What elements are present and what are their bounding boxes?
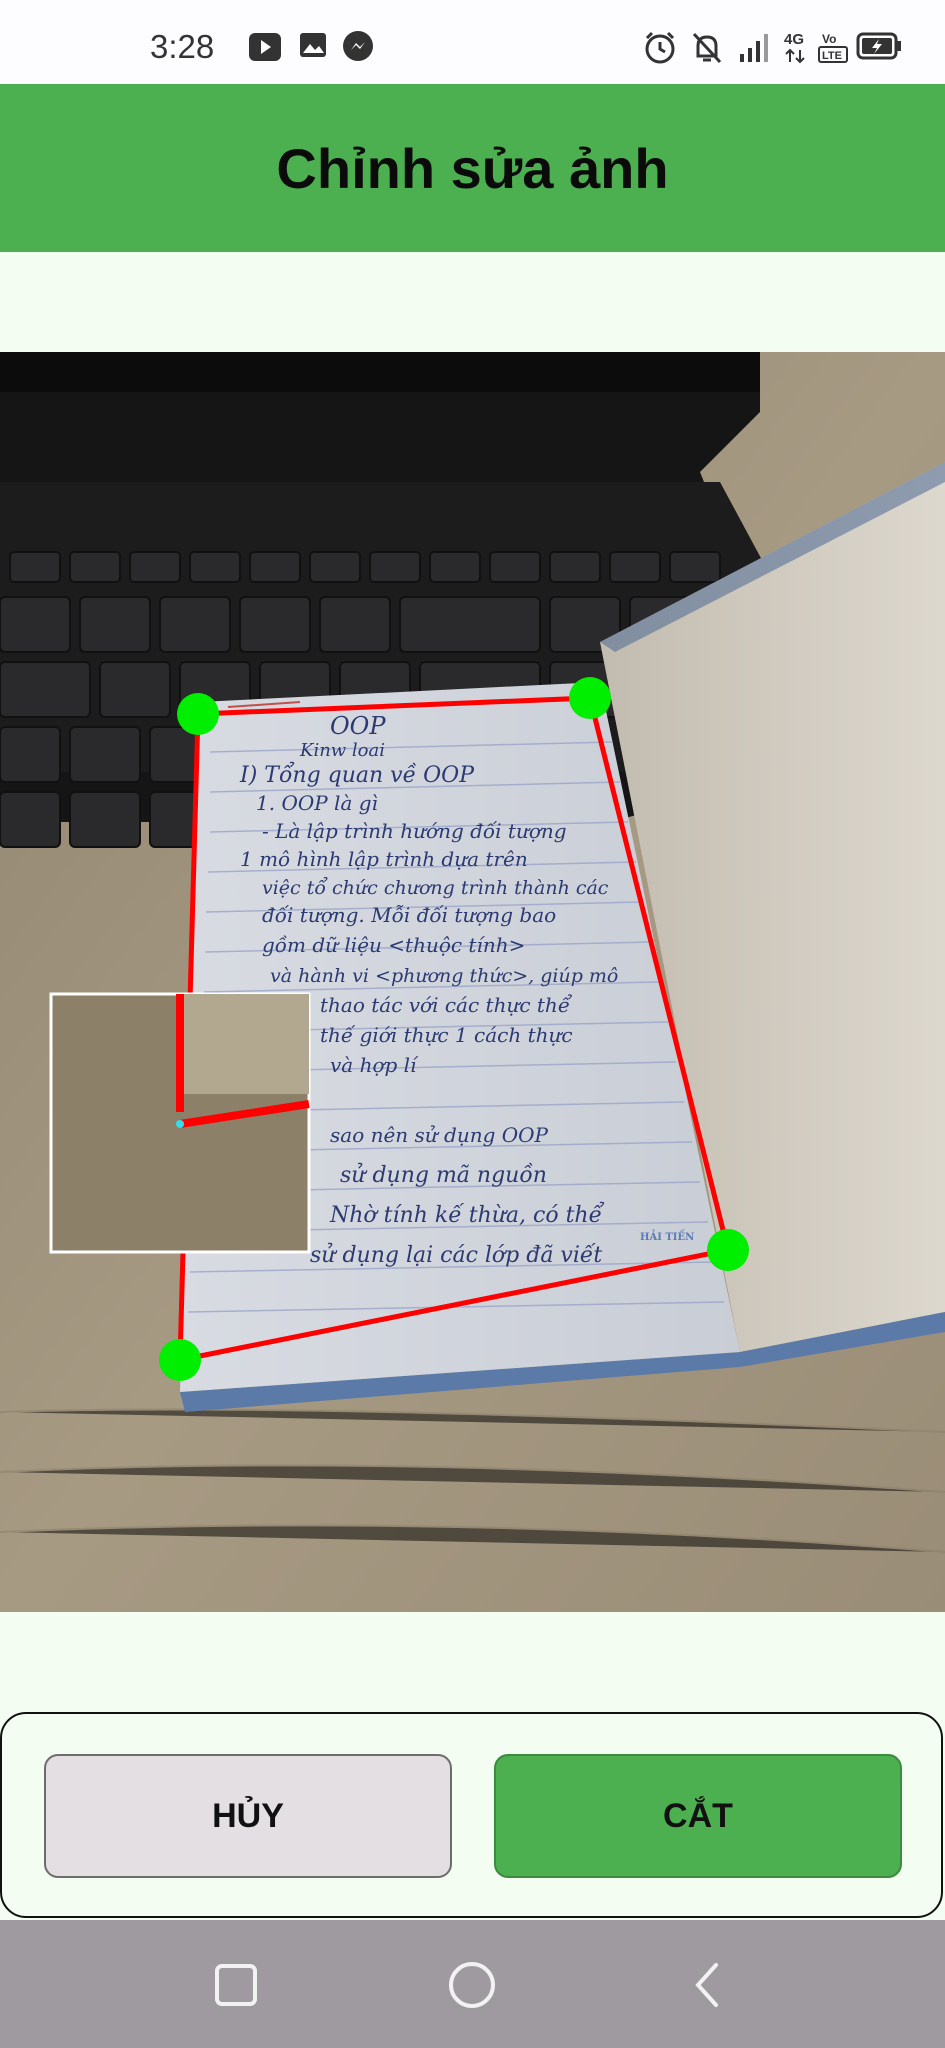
- note-line: gồm dữ liệu <thuộc tính>: [262, 933, 525, 957]
- note-line: OOP: [330, 712, 386, 740]
- note-line: và hợp lí: [330, 1053, 419, 1077]
- note-line: - Là lập trình hướng đối tượng: [262, 819, 567, 843]
- alarm-icon: [645, 31, 675, 64]
- crop-handle-top-left[interactable]: [176, 692, 220, 736]
- app-bar: Chỉnh sửa ảnh: [0, 84, 945, 252]
- note-line: việc tổ chức chương trình thành các: [262, 877, 609, 899]
- note-line: thế giới thực 1 cách thực: [320, 1023, 573, 1047]
- note-line: sử dụng lại các lớp đã viết: [310, 1242, 602, 1268]
- note-line: 1. OOP là gì: [256, 791, 378, 815]
- crop-handle-bottom-right[interactable]: [706, 1228, 750, 1272]
- volte-icon: Vo LTE: [818, 32, 848, 63]
- photo-canvas: OOP Kinw loai I) Tổng quan về OOP 1. OOP…: [0, 352, 945, 1612]
- svg-text:Vo: Vo: [822, 32, 836, 46]
- signal-icon: [740, 34, 768, 62]
- note-line: thao tác với các thực thể: [320, 993, 573, 1017]
- action-panel: HỦY CẮT: [0, 1712, 943, 1918]
- navigation-bar: [0, 1920, 945, 2048]
- cancel-button[interactable]: HỦY: [44, 1754, 452, 1878]
- back-icon[interactable]: [678, 1960, 738, 2010]
- note-line: 1 mô hình lập trình dựa trên: [240, 847, 528, 871]
- magnifier-loupe: [49, 992, 311, 1254]
- note-line: Kinw loai: [299, 740, 385, 761]
- bell-off-icon: [692, 32, 722, 64]
- video-app-icon: [249, 33, 281, 61]
- note-line: I) Tổng quan về OOP: [239, 760, 475, 788]
- note-line: Nhờ tính kế thừa, có thể: [329, 1200, 605, 1228]
- note-line: và hành vi <phương thức>, giúp mô: [270, 965, 618, 987]
- home-icon[interactable]: [442, 1960, 502, 2010]
- recents-icon[interactable]: [206, 1960, 266, 2010]
- note-line: đối tượng. Mỗi đối tượng bao: [262, 903, 556, 927]
- notebook-brand: HẢI TIẾN: [640, 1230, 694, 1243]
- note-line: sao nên sử dụng OOP: [330, 1123, 549, 1147]
- crop-handle-top-right[interactable]: [568, 676, 612, 720]
- page-title: Chỉnh sửa ảnh: [276, 136, 669, 200]
- gallery-icon: [300, 33, 326, 57]
- note-line: sử dụng mã nguồn: [340, 1162, 547, 1188]
- crop-button[interactable]: CẮT: [494, 1754, 902, 1878]
- crop-handle-bottom-left[interactable]: [158, 1338, 202, 1382]
- status-bar: 3:28 4G Vo LTE: [0, 0, 945, 84]
- messenger-icon: [343, 31, 373, 61]
- photo-crop-area[interactable]: OOP Kinw loai I) Tổng quan về OOP 1. OOP…: [0, 352, 945, 1612]
- status-time: 3:28: [150, 28, 215, 65]
- 4g-icon: 4G: [784, 31, 805, 64]
- svg-text:LTE: LTE: [822, 50, 842, 62]
- battery-icon: [856, 32, 901, 60]
- network-type: 4G: [784, 31, 804, 48]
